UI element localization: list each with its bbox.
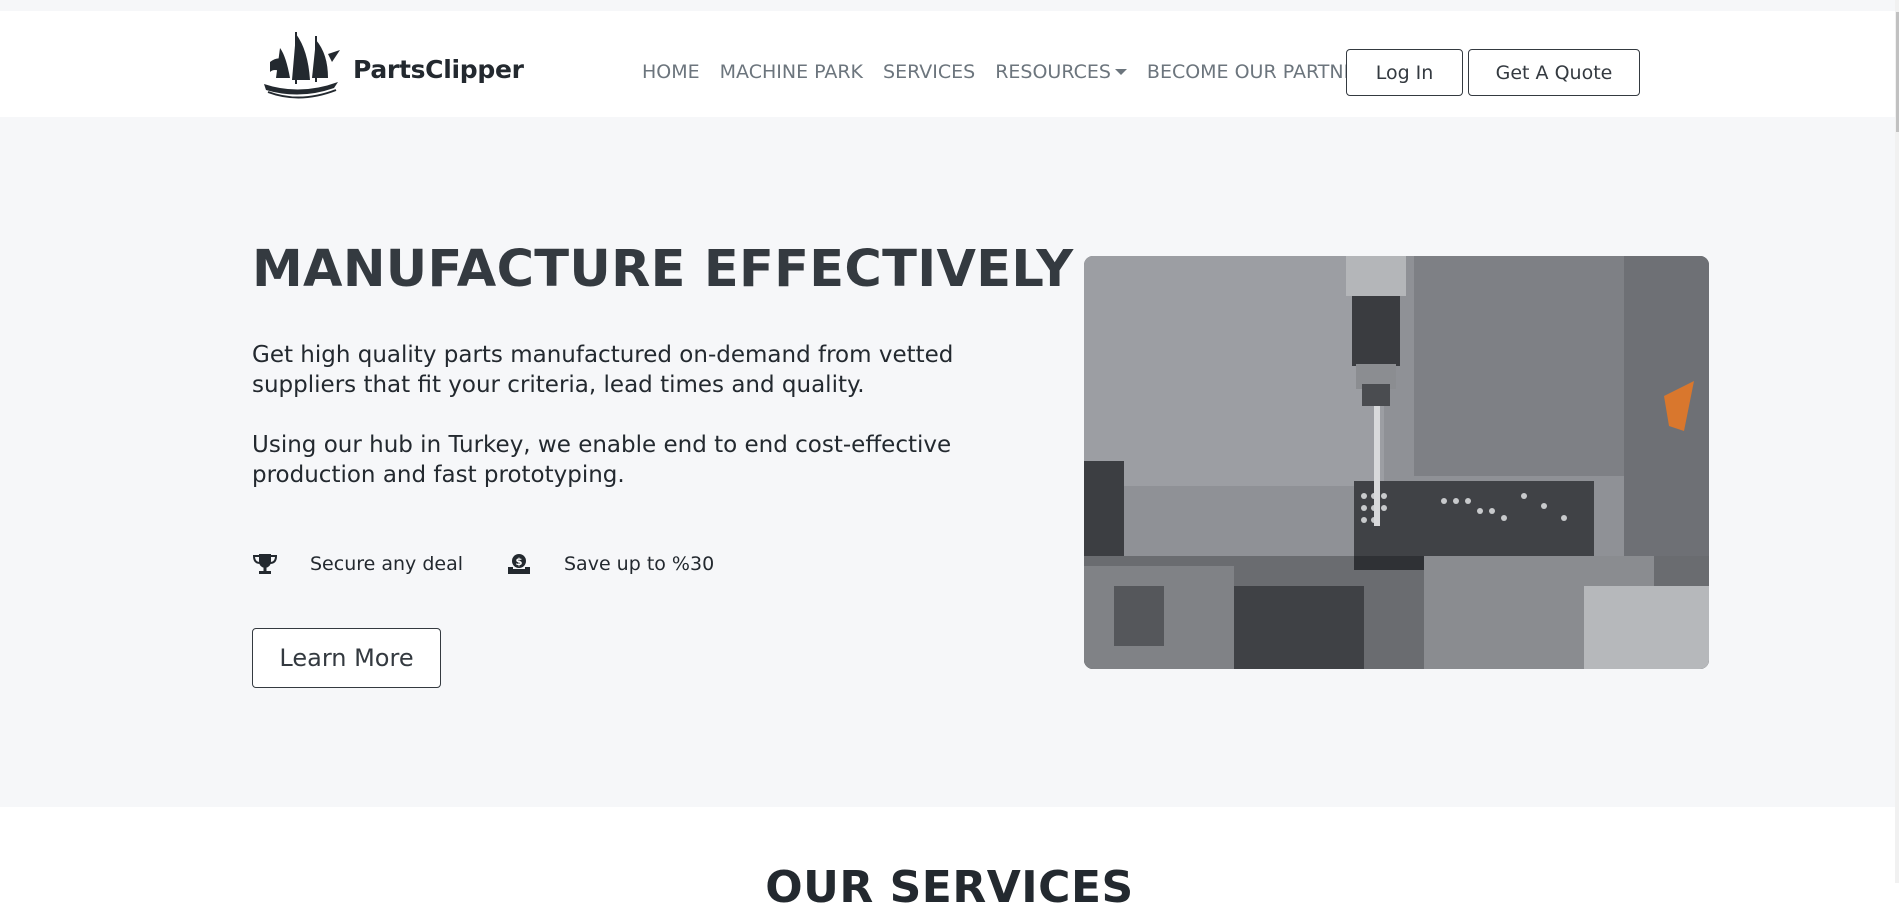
trophy-icon [252, 552, 278, 576]
brand-logo[interactable] [256, 26, 344, 102]
nav-resources-dropdown[interactable]: RESOURCES [995, 61, 1127, 83]
login-button[interactable]: Log In [1346, 49, 1463, 96]
feature-label: Secure any deal [310, 553, 464, 575]
learn-more-button[interactable]: Learn More [252, 628, 441, 688]
feature-secure-deal: Secure any deal [252, 552, 463, 576]
svg-text:$: $ [516, 557, 523, 568]
brand-name[interactable]: PartsClipper [353, 55, 524, 84]
main-nav: HOME MACHINE PARK SERVICES RESOURCES BEC… [642, 61, 1389, 83]
nav-machine-park[interactable]: MACHINE PARK [720, 61, 863, 83]
hero-title: MANUFACTURE EFFECTIVELY [252, 240, 1074, 299]
feature-label: Save up to %30 [564, 553, 715, 575]
hero-paragraph-1: Get high quality parts manufactured on-d… [252, 342, 954, 398]
services-title: OUR SERVICES [765, 862, 1134, 913]
top-strip [0, 0, 1899, 11]
cnc-drilling-machine-photo [1084, 256, 1709, 669]
get-quote-button[interactable]: Get A Quote [1468, 49, 1640, 96]
sailing-ship-logo-icon [264, 32, 340, 99]
hero-paragraph-2: Using our hub in Turkey, we enable end t… [252, 432, 952, 488]
nav-home[interactable]: HOME [642, 61, 700, 83]
cnc-machine-illustration [1084, 256, 1709, 669]
money-hand-icon: $ [506, 552, 532, 576]
nav-services[interactable]: SERVICES [883, 61, 975, 83]
feature-save-money: $ Save up to %30 [506, 552, 714, 576]
nav-become-partner[interactable]: BECOME OUR PARTNER [1147, 61, 1369, 83]
page-scrollbar[interactable] [1895, 0, 1899, 883]
